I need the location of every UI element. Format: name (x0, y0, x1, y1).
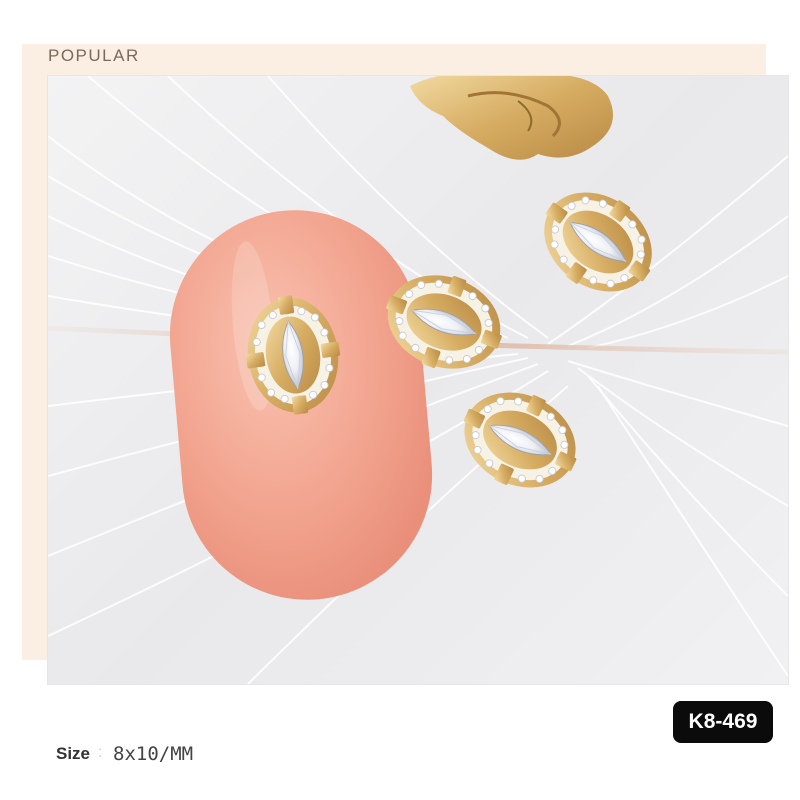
popular-label: POPULAR (48, 46, 140, 65)
product-scene (48, 76, 788, 684)
gold-rose-decoration (410, 76, 613, 160)
side-accent-band (22, 44, 48, 660)
nail-charm (463, 392, 577, 488)
product-photo (48, 76, 788, 684)
size-value: 8x10/MM (113, 743, 194, 765)
size-separator: : (98, 744, 103, 761)
product-code-badge: K8-469 (673, 701, 773, 743)
size-label: Size (56, 744, 91, 763)
nail-charm (544, 192, 652, 292)
